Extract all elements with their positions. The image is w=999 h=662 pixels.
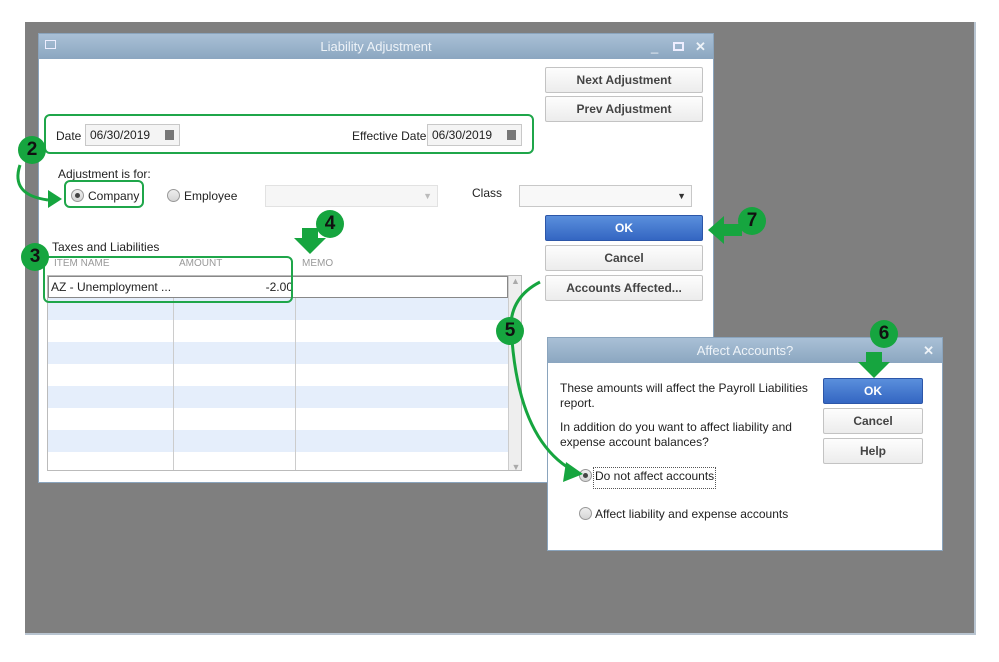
step-4-badge: 4 [316, 210, 344, 238]
arrow-2-head [48, 190, 62, 208]
step-2-badge: 2 [18, 136, 46, 164]
step-3-badge: 3 [21, 243, 49, 271]
arrow-5-head [563, 462, 583, 482]
arrow-2-curve [16, 164, 49, 202]
step-6-badge: 6 [870, 320, 898, 348]
arrow-7-head [708, 216, 742, 244]
step-7-badge: 7 [738, 207, 766, 235]
arrow-5-curve [509, 280, 573, 472]
step-5-badge: 5 [496, 317, 524, 345]
arrow-6-head [858, 352, 890, 378]
